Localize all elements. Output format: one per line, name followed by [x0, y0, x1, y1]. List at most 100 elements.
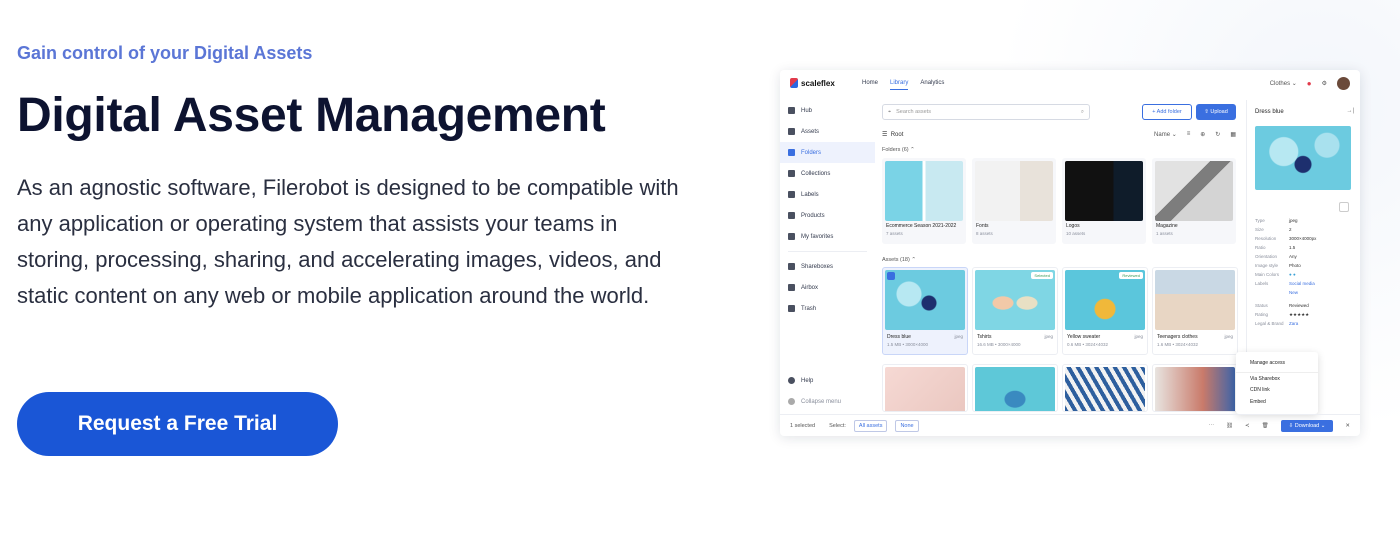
- asset-thumbnail: [1065, 367, 1145, 411]
- bell-icon[interactable]: ●: [1307, 79, 1312, 88]
- sidebar-item-help[interactable]: Help: [780, 370, 875, 391]
- heart-icon: [788, 233, 795, 240]
- edit-icon[interactable]: [1339, 202, 1349, 212]
- sort-select[interactable]: Name ⌄: [1154, 131, 1177, 138]
- menu-item-cdn-link[interactable]: CDN link: [1236, 384, 1318, 396]
- grid-view-icon[interactable]: ▦: [1230, 131, 1236, 138]
- selection-footer: 1 selected Select: All assets None ⋯ ⛓ ≺…: [780, 414, 1360, 436]
- sidebar-item-airbox[interactable]: Airbox: [780, 277, 875, 298]
- asset-thumbnail: [975, 270, 1055, 330]
- asset-card[interactable]: Dress blue jpeg 1.5 MB • 3000×4000: [882, 267, 968, 355]
- workspace-select[interactable]: Clothes ⌄: [1270, 80, 1297, 87]
- asset-thumbnail: [1065, 270, 1145, 330]
- pin-icon: ⌖: [888, 108, 892, 115]
- collections-icon: [788, 170, 795, 177]
- asset-card[interactable]: Teenagers clothes jpeg 1.6 MB • 3024×403…: [1152, 267, 1238, 355]
- app-sidebar: Hub Assets Folders Collections Labels Pr…: [780, 100, 875, 436]
- sidebar-item-folders[interactable]: Folders: [780, 142, 875, 163]
- help-icon: [788, 377, 795, 384]
- gear-icon[interactable]: ⚙: [1322, 80, 1327, 87]
- folder-card[interactable]: Magazine 1 assets: [1152, 158, 1236, 244]
- share-icon[interactable]: ≺: [1245, 423, 1250, 429]
- share-menu: Manage access Via Sharebox CDN link Embe…: [1236, 352, 1318, 414]
- sidebar-item-trash[interactable]: Trash: [780, 298, 875, 319]
- folder-thumbnail: [885, 161, 963, 221]
- app-main: ⌖ Search assets ⌕ + Add folder ⇧ Upload …: [880, 100, 1238, 412]
- asset-card[interactable]: [882, 364, 968, 412]
- folder-card[interactable]: Logos 10 assets: [1062, 158, 1146, 244]
- folder-thumbnail: [975, 161, 1053, 221]
- more-icon[interactable]: ⋯: [1209, 423, 1215, 429]
- brand-logo: scaleflex: [790, 78, 860, 88]
- details-thumbnail: [1255, 126, 1351, 190]
- details-title: Dress blue: [1255, 109, 1284, 115]
- sidebar-item-products[interactable]: Products: [780, 205, 875, 226]
- search-input[interactable]: ⌖ Search assets ⌕: [882, 104, 1090, 120]
- refresh-icon[interactable]: ↻: [1215, 131, 1220, 138]
- asset-thumbnail: [975, 367, 1055, 411]
- hub-icon: [788, 107, 795, 114]
- select-none-button[interactable]: None: [895, 419, 919, 432]
- sidebar-item-collections[interactable]: Collections: [780, 163, 875, 184]
- sidebar-item-hub[interactable]: Hub: [780, 100, 875, 121]
- assets-section-label: Assets (18) ⌃: [882, 257, 916, 263]
- avatar[interactable]: [1337, 76, 1350, 90]
- sidebar-item-shareboxes[interactable]: Shareboxes: [780, 256, 875, 277]
- menu-item-via-sharebox[interactable]: Via Sharebox: [1236, 372, 1318, 384]
- brand-name: scaleflex: [801, 78, 835, 88]
- globe-icon[interactable]: ⊕: [1200, 131, 1205, 138]
- nav-home[interactable]: Home: [862, 77, 878, 90]
- eyebrow-text: Gain control of your Digital Assets: [17, 43, 313, 63]
- request-trial-button[interactable]: Request a Free Trial: [17, 392, 338, 456]
- asset-thumbnail: [1155, 270, 1235, 330]
- asset-card[interactable]: Reviewed Yellow sweater jpeg 0.6 MB • 30…: [1062, 267, 1148, 355]
- folder-card[interactable]: Fonts 8 assets: [972, 158, 1056, 244]
- share-icon: [788, 263, 795, 270]
- upload-button[interactable]: ⇧ Upload: [1196, 104, 1236, 120]
- landing-section: Gain control of your Digital Assets Digi…: [0, 0, 1400, 545]
- sidebar-item-assets[interactable]: Assets: [780, 121, 875, 142]
- add-folder-button[interactable]: + Add folder: [1142, 104, 1192, 120]
- download-button[interactable]: ⇩ Download ⌄: [1280, 419, 1334, 432]
- asset-thumbnail: [1155, 367, 1235, 411]
- close-icon[interactable]: ✕: [1345, 423, 1350, 429]
- logo-icon: [790, 78, 798, 88]
- folder-card[interactable]: Ecommerce Season 2021-2022 7 assets: [882, 158, 966, 244]
- trash-icon: [788, 305, 795, 312]
- asset-thumbnail: [885, 367, 965, 411]
- sidebar-item-collapse[interactable]: Collapse menu: [780, 391, 875, 412]
- link-icon[interactable]: ⛓: [1226, 423, 1233, 429]
- trash-icon[interactable]: 🗑: [1262, 423, 1269, 429]
- nav-library[interactable]: Library: [890, 77, 909, 90]
- menu-item-embed[interactable]: Embed: [1236, 396, 1318, 408]
- folder-thumbnail: [1155, 161, 1233, 221]
- folder-thumbnail: [1065, 161, 1143, 221]
- asset-thumbnail: [885, 270, 965, 330]
- top-nav: Home Library Analytics: [862, 77, 944, 90]
- folders-section-label: Folders (6) ⌃: [882, 147, 915, 153]
- checkbox[interactable]: [887, 272, 895, 280]
- asset-card[interactable]: [1062, 364, 1148, 412]
- asset-card[interactable]: [972, 364, 1058, 412]
- label-icon: [788, 191, 795, 198]
- app-mockup: scaleflex Home Library Analytics Clothes…: [780, 70, 1360, 436]
- menu-item-manage-access[interactable]: Manage access: [1236, 357, 1318, 369]
- folder-icon: [788, 149, 795, 156]
- topbar-right: Clothes ⌄ ● ⚙: [1270, 76, 1350, 90]
- products-icon: [788, 212, 795, 219]
- sidebar-item-favorites[interactable]: My favorites: [780, 226, 875, 247]
- breadcrumb: ☰ Root: [882, 132, 904, 138]
- hero: Gain control of your Digital Assets Digi…: [17, 40, 717, 314]
- sidebar-item-labels[interactable]: Labels: [780, 184, 875, 205]
- collapse-icon: [788, 398, 795, 405]
- sort-order-icon[interactable]: ≡: [1187, 131, 1191, 138]
- nav-analytics[interactable]: Analytics: [920, 77, 944, 90]
- app-topbar: scaleflex Home Library Analytics Clothes…: [780, 70, 1360, 96]
- sidebar-divider: [788, 251, 867, 252]
- asset-card[interactable]: [1152, 364, 1238, 412]
- page-title: Digital Asset Management: [17, 89, 606, 142]
- select-all-button[interactable]: All assets: [853, 419, 888, 432]
- airbox-icon: [788, 284, 795, 291]
- close-panel-icon[interactable]: →|: [1346, 108, 1354, 114]
- asset-card[interactable]: Selected Tshirts jpeg 16.6 MB • 3000×400…: [972, 267, 1058, 355]
